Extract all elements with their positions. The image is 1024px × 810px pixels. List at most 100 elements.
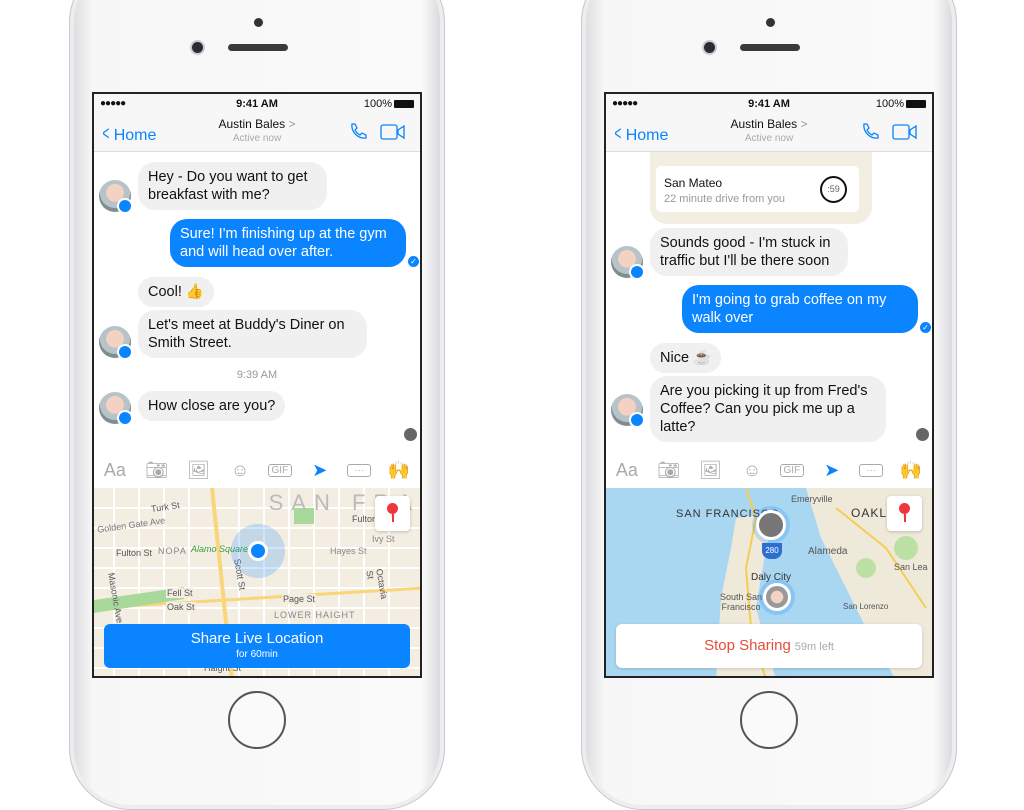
drop-pin-button[interactable] xyxy=(887,496,922,531)
presence-status: Active now xyxy=(232,133,282,144)
message-bubble-outgoing: Sure! I'm finishing up at the gym and wi… xyxy=(170,219,406,267)
video-call-icon[interactable] xyxy=(892,124,918,140)
delivered-check-icon: ✓ xyxy=(920,322,931,333)
message-bubble-incoming: Cool! 👍 xyxy=(138,277,214,307)
share-live-location-button[interactable]: Share Live Location for 60min xyxy=(104,624,410,668)
location-detail: 22 minute drive from you xyxy=(664,193,786,205)
map-label: Alameda xyxy=(808,546,848,557)
map-label: Emeryville xyxy=(791,494,833,504)
avatar[interactable] xyxy=(611,394,645,428)
home-button[interactable] xyxy=(228,691,286,749)
text-input-button[interactable]: Aa xyxy=(101,460,129,481)
current-location-dot xyxy=(248,541,268,561)
message-bubble-incoming: Are you picking it up from Fred's Coffee… xyxy=(650,376,886,442)
message-timestamp: 9:39 AM xyxy=(236,369,278,381)
gif-icon[interactable]: GIF xyxy=(267,463,292,477)
message-bubble-outgoing: I'm going to grab coffee on my walk over xyxy=(682,285,918,333)
map-label: Ivy St xyxy=(372,534,395,544)
composer-toolbar: Aa 📷︎ 🖼︎ ☺ GIF ➤ ··· 🙌 xyxy=(94,452,420,488)
avatar[interactable] xyxy=(99,326,133,360)
camera-icon[interactable]: 📷︎ xyxy=(143,460,171,481)
reaction-icon[interactable]: 🙌 xyxy=(385,460,413,481)
battery-percent: 100% xyxy=(875,98,904,110)
video-call-icon[interactable] xyxy=(380,124,406,140)
screen-right: San Mateo 22 minute drive from you :59 ●… xyxy=(604,92,934,678)
front-camera xyxy=(704,42,715,53)
stop-sharing-label: Stop Sharing xyxy=(704,637,791,654)
battery: 100% xyxy=(876,98,926,110)
reaction-icon[interactable]: 🙌 xyxy=(897,460,925,481)
map-label: Hayes St xyxy=(330,546,367,556)
text-input-button[interactable]: Aa xyxy=(613,460,641,481)
friend-location-avatar[interactable] xyxy=(756,510,786,540)
avatar[interactable] xyxy=(99,180,133,214)
speaker xyxy=(228,44,288,51)
map-label: San Lea xyxy=(894,562,928,572)
screen-left: ●●●●● 9:41 AM 100% < Home Austin Bales > … xyxy=(92,92,422,678)
sensor xyxy=(766,18,775,27)
camera-icon[interactable]: 📷︎ xyxy=(655,460,683,481)
avatar[interactable] xyxy=(611,246,645,280)
time-remaining: 59m left xyxy=(794,641,834,653)
message-bubble-incoming: Let's meet at Buddy's Diner on Smith Str… xyxy=(138,310,367,358)
composer-toolbar: Aa 📷︎ 🖼︎ ☺ GIF ➤ ··· 🙌 xyxy=(606,452,932,488)
emoji-icon[interactable]: ☺ xyxy=(226,460,254,481)
gif-icon[interactable]: GIF xyxy=(779,463,804,477)
highway-shield: 280 xyxy=(762,543,782,559)
map-label: NOPA xyxy=(158,546,187,556)
read-receipt-avatar xyxy=(404,428,417,441)
delivered-check-icon: ✓ xyxy=(408,256,419,267)
phone-call-icon[interactable] xyxy=(860,122,880,142)
more-icon[interactable]: ··· xyxy=(347,463,372,477)
read-receipt-avatar xyxy=(916,428,929,441)
drop-pin-button[interactable] xyxy=(375,496,410,531)
presence-status: Active now xyxy=(744,133,794,144)
map-label: South San Francisco xyxy=(719,592,763,612)
more-icon[interactable]: ··· xyxy=(859,463,884,477)
share-label: Share Live Location xyxy=(190,630,324,647)
photo-icon[interactable]: 🖼︎ xyxy=(184,460,212,481)
map-label: Fell St xyxy=(166,588,194,598)
map-label: San Lorenzo xyxy=(843,602,889,611)
message-bubble-incoming: Nice ☕ xyxy=(650,343,722,373)
message-bubble-incoming: Hey - Do you want to get breakfast with … xyxy=(138,162,327,210)
location-icon[interactable]: ➤ xyxy=(306,460,334,481)
map-label: Page St xyxy=(282,594,317,604)
map-label: Fulton xyxy=(352,514,378,524)
location-icon[interactable]: ➤ xyxy=(818,460,846,481)
my-location-avatar[interactable] xyxy=(763,583,791,611)
status-bar: ●●●●● 9:41 AM 100% xyxy=(94,94,420,114)
map-label: Oak St xyxy=(166,602,196,612)
share-duration: for 60min xyxy=(236,649,278,660)
home-button[interactable] xyxy=(740,691,798,749)
chevron-right-icon: > xyxy=(800,117,808,131)
map-label: Fulton St xyxy=(116,548,153,558)
battery: 100% xyxy=(364,98,414,110)
sensor xyxy=(254,18,263,27)
map-label: LOWER HAIGHT xyxy=(274,610,356,620)
photo-icon[interactable]: 🖼︎ xyxy=(696,460,724,481)
emoji-icon[interactable]: ☺ xyxy=(738,460,766,481)
contact-name-text: Austin Bales xyxy=(730,117,798,131)
battery-percent: 100% xyxy=(363,98,392,110)
message-bubble-incoming: Sounds good - I'm stuck in traffic but I… xyxy=(650,228,848,276)
message-bubble-incoming: How close are you? xyxy=(138,391,286,421)
location-card-info: San Mateo 22 minute drive from you :59 xyxy=(656,166,859,212)
chevron-right-icon: > xyxy=(288,117,296,131)
location-timer: :59 xyxy=(820,176,847,203)
stop-sharing-button[interactable]: Stop Sharing 59m left xyxy=(616,624,922,668)
contact-name[interactable]: Austin Bales > xyxy=(94,117,420,131)
live-location-map[interactable]: SAN FRANCISCO Emeryville OAKLA Alameda 2… xyxy=(606,488,932,676)
speaker xyxy=(740,44,800,51)
battery-icon xyxy=(394,100,414,108)
location-place: San Mateo xyxy=(664,176,723,190)
front-camera xyxy=(192,42,203,53)
location-map[interactable]: SAN FRA Turk St Golden Gate Ave Fulton S… xyxy=(94,488,420,676)
live-location-card[interactable]: San Mateo 22 minute drive from you :59 xyxy=(650,152,872,224)
contact-name[interactable]: Austin Bales > xyxy=(606,117,932,131)
conversation-header: < Home Austin Bales > Active now xyxy=(606,114,932,152)
map-label: Daly City xyxy=(751,572,792,583)
phone-call-icon[interactable] xyxy=(348,122,368,142)
avatar[interactable] xyxy=(99,392,133,426)
conversation-header: < Home Austin Bales > Active now xyxy=(94,114,420,152)
